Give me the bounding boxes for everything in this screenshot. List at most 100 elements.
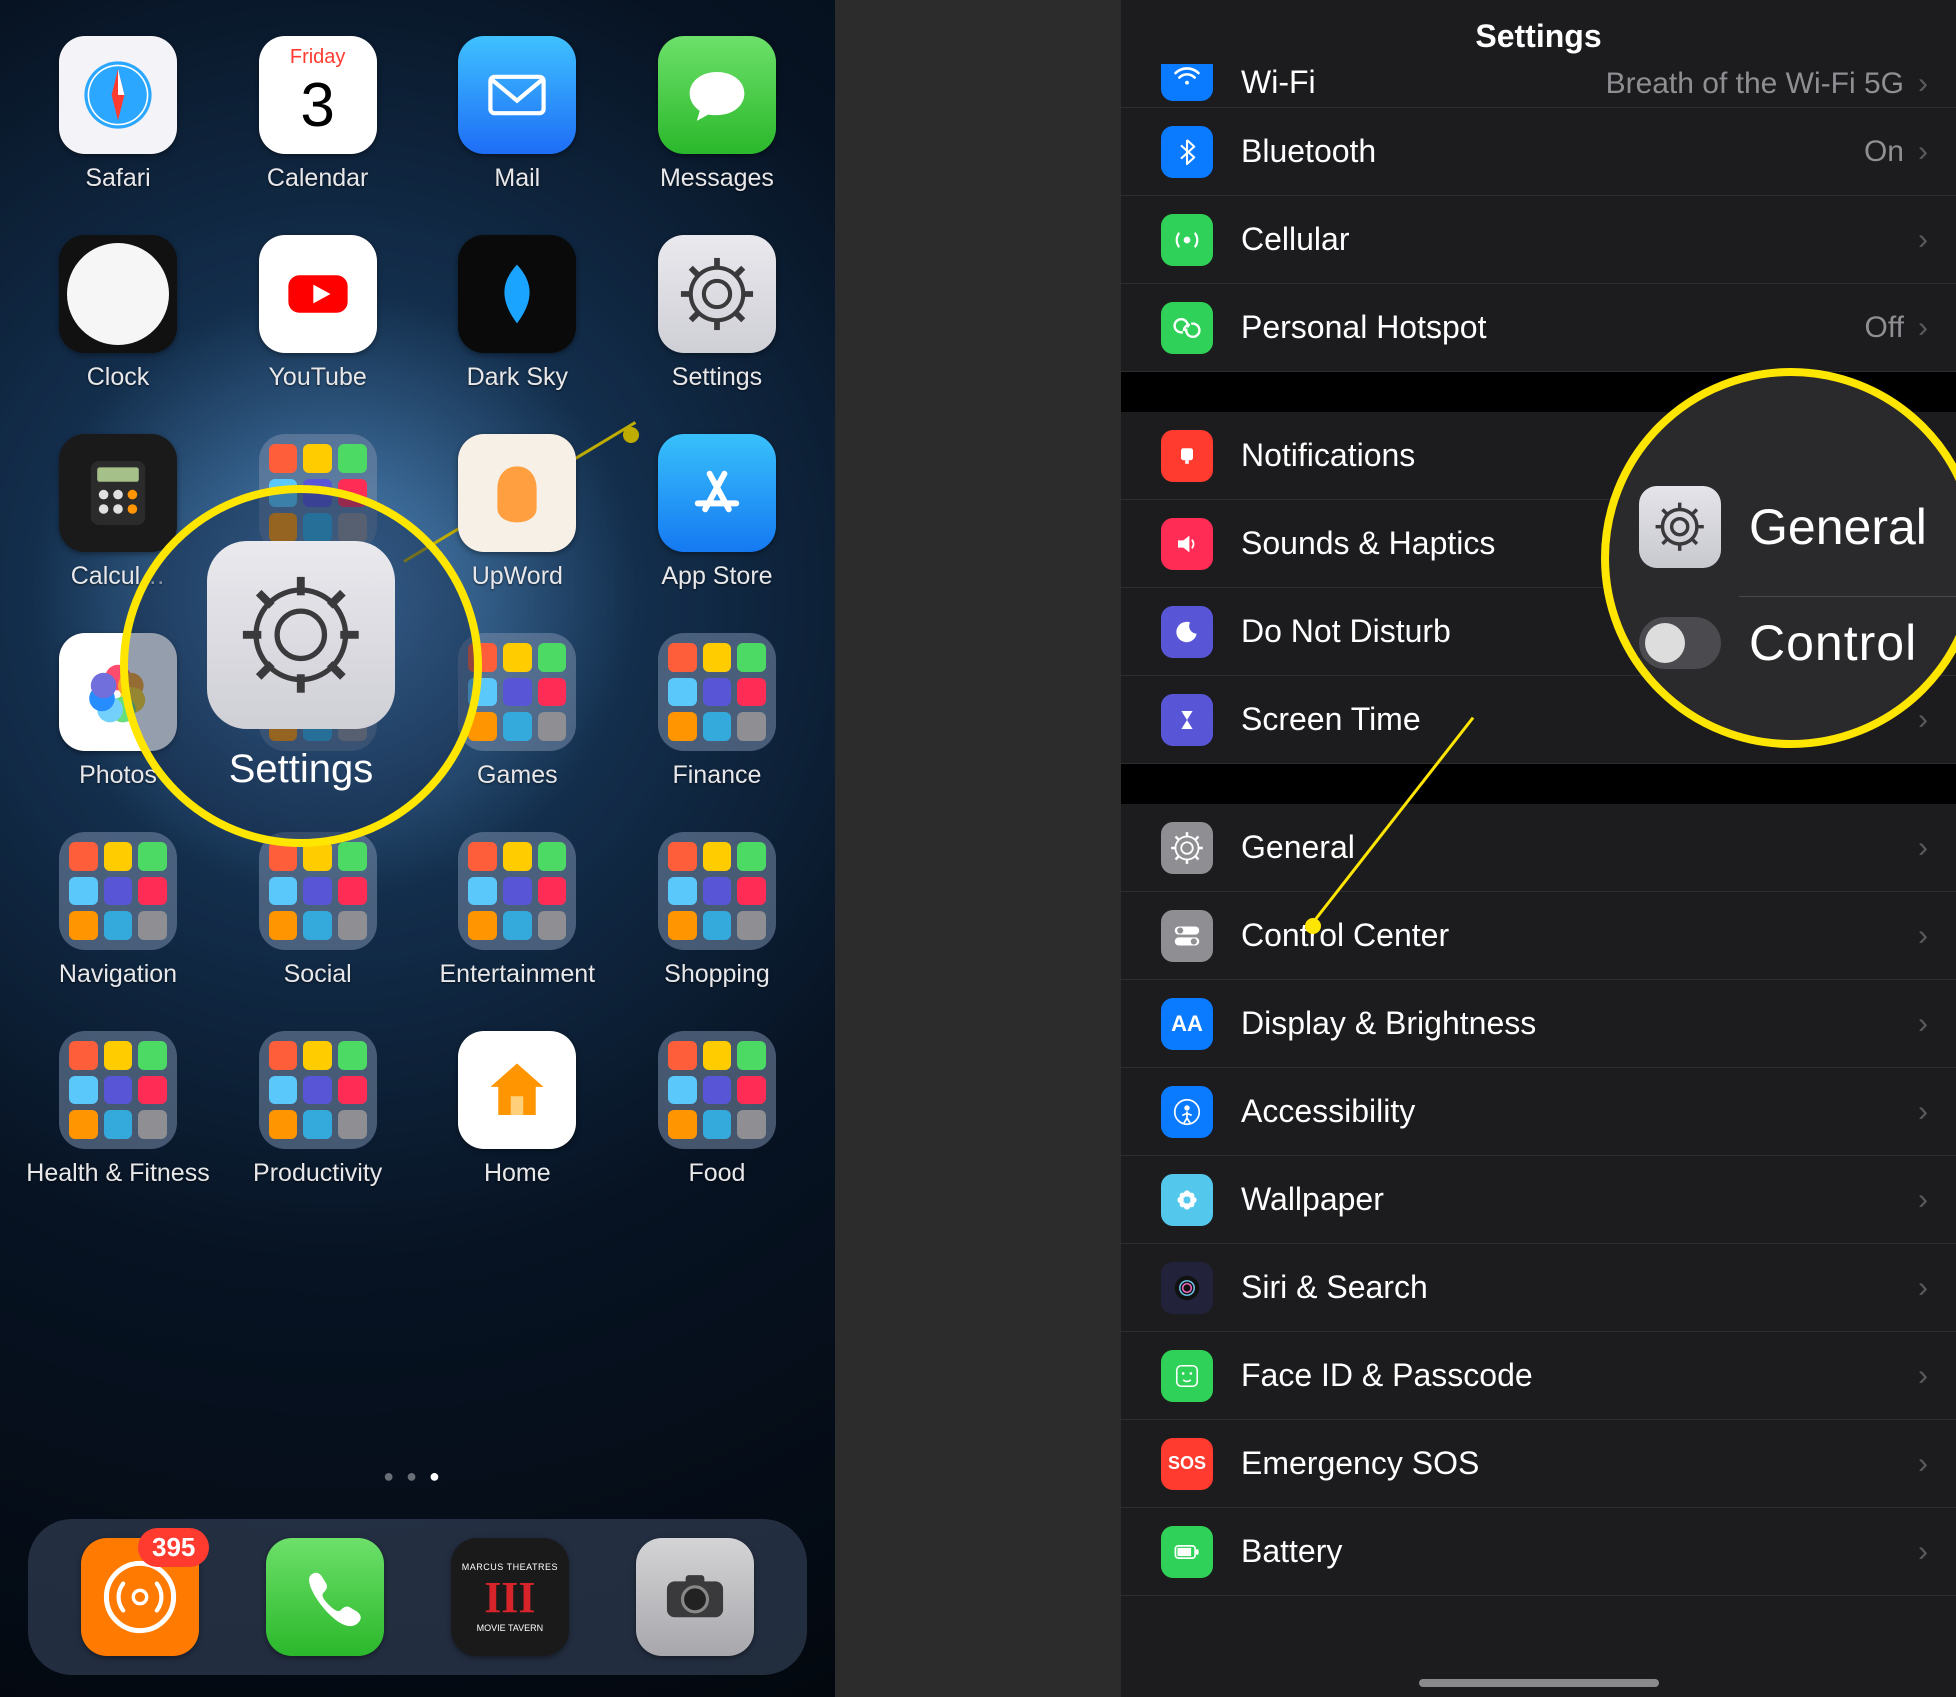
chevron-icon: ›: [1918, 1447, 1928, 1481]
app-finance[interactable]: Finance: [637, 633, 797, 790]
dock-app-phone[interactable]: [266, 1538, 384, 1656]
cell-label: Face ID & Passcode: [1241, 1357, 1918, 1394]
shopping-icon[interactable]: [658, 832, 776, 950]
callout-control-label: Control: [1749, 614, 1917, 672]
app-label: Messages: [660, 164, 774, 193]
dock-app-overcast[interactable]: 395: [81, 1538, 199, 1656]
settings-row-wifi[interactable]: Wi-FiBreath of the Wi-Fi 5G›: [1121, 64, 1956, 108]
clock-icon[interactable]: [59, 235, 177, 353]
home-indicator[interactable]: [1419, 1679, 1659, 1687]
settings-row-bluetooth[interactable]: BluetoothOn›: [1121, 108, 1956, 196]
camera-icon[interactable]: [636, 1538, 754, 1656]
youtube-icon[interactable]: [259, 235, 377, 353]
settings-row-faceid[interactable]: Face ID & Passcode›: [1121, 1332, 1956, 1420]
sounds-icon: [1161, 518, 1213, 570]
app-label: Entertainment: [439, 960, 595, 989]
faceid-icon: [1161, 1350, 1213, 1402]
messages-icon[interactable]: [658, 36, 776, 154]
settings-row-wallpaper[interactable]: Wallpaper›: [1121, 1156, 1956, 1244]
switches-icon: [1639, 617, 1721, 669]
social-icon[interactable]: [259, 832, 377, 950]
chevron-icon: ›: [1918, 831, 1928, 865]
callout-general-label: General: [1749, 498, 1927, 556]
dock-app-movietavern[interactable]: MARCUS THEATRESIIIMOVIE TAVERN: [451, 1538, 569, 1656]
cell-label: Cellular: [1241, 221, 1918, 258]
app-settings[interactable]: Settings: [637, 235, 797, 392]
settings-row-controlcenter[interactable]: Control Center›: [1121, 892, 1956, 980]
gear-icon: [1639, 486, 1721, 568]
app-social[interactable]: Social: [238, 832, 398, 989]
cell-label: Wi-Fi: [1241, 64, 1606, 101]
app-label: App Store: [661, 562, 772, 591]
battery-icon: [1161, 1526, 1213, 1578]
app-clock[interactable]: Clock: [38, 235, 198, 392]
calculator-icon[interactable]: [59, 434, 177, 552]
entertainment-icon[interactable]: [458, 832, 576, 950]
chevron-icon: ›: [1918, 1535, 1928, 1569]
app-label: Games: [477, 761, 558, 790]
finance-icon[interactable]: [658, 633, 776, 751]
health-icon[interactable]: [59, 1031, 177, 1149]
app-food[interactable]: Food: [637, 1031, 797, 1188]
safari-icon[interactable]: [59, 36, 177, 154]
app-safari[interactable]: Safari: [38, 36, 198, 193]
app-darksky[interactable]: Dark Sky: [437, 235, 597, 392]
app-mail[interactable]: Mail: [437, 36, 597, 193]
upword-icon[interactable]: [458, 434, 576, 552]
movietavern-icon[interactable]: MARCUS THEATRESIIIMOVIE TAVERN: [451, 1538, 569, 1656]
cell-detail: Off: [1865, 311, 1904, 345]
dock-app-camera[interactable]: [636, 1538, 754, 1656]
home-icon[interactable]: [458, 1031, 576, 1149]
cell-label: Accessibility: [1241, 1093, 1918, 1130]
app-health[interactable]: Health & Fitness: [38, 1031, 198, 1188]
hotspot-icon: [1161, 302, 1213, 354]
settings-icon[interactable]: [658, 235, 776, 353]
food-icon[interactable]: [658, 1031, 776, 1149]
app-upword[interactable]: UpWord: [437, 434, 597, 591]
phone-icon[interactable]: [266, 1538, 384, 1656]
app-shopping[interactable]: Shopping: [637, 832, 797, 989]
chevron-icon: ›: [1918, 223, 1928, 257]
app-youtube[interactable]: YouTube: [238, 235, 398, 392]
app-entertainment[interactable]: Entertainment: [437, 832, 597, 989]
app-label: Home: [484, 1159, 551, 1188]
settings-row-accessibility[interactable]: Accessibility›: [1121, 1068, 1956, 1156]
app-navigation[interactable]: Navigation: [38, 832, 198, 989]
settings-row-cellular[interactable]: Cellular›: [1121, 196, 1956, 284]
app-label: Social: [284, 960, 352, 989]
app-label: Shopping: [664, 960, 770, 989]
settings-row-sos[interactable]: SOSEmergency SOS›: [1121, 1420, 1956, 1508]
bluetooth-icon: [1161, 126, 1213, 178]
settings-row-general[interactable]: General›: [1121, 804, 1956, 892]
settings-icon: [207, 541, 395, 729]
app-label: Health & Fitness: [26, 1159, 209, 1188]
settings-row-siri[interactable]: Siri & Search›: [1121, 1244, 1956, 1332]
productivity-icon[interactable]: [259, 1031, 377, 1149]
wifi-icon: [1161, 64, 1213, 101]
app-messages[interactable]: Messages: [637, 36, 797, 193]
settings-row-display[interactable]: AADisplay & Brightness›: [1121, 980, 1956, 1068]
mail-icon[interactable]: [458, 36, 576, 154]
app-label: Food: [688, 1159, 745, 1188]
calendar-icon[interactable]: Friday3: [259, 36, 377, 154]
cell-label: Bluetooth: [1241, 133, 1864, 170]
cell-label: Siri & Search: [1241, 1269, 1918, 1306]
appstore-icon[interactable]: [658, 434, 776, 552]
app-calendar[interactable]: Friday3Calendar: [238, 36, 398, 193]
app-appstore[interactable]: App Store: [637, 434, 797, 591]
navigation-icon[interactable]: [59, 832, 177, 950]
app-label: YouTube: [269, 363, 367, 392]
callout-label: Settings: [229, 747, 374, 792]
chevron-icon: ›: [1918, 1007, 1928, 1041]
darksky-icon[interactable]: [458, 235, 576, 353]
chevron-icon: ›: [1918, 919, 1928, 953]
dnd-icon: [1161, 606, 1213, 658]
app-productivity[interactable]: Productivity: [238, 1031, 398, 1188]
app-home[interactable]: Home: [437, 1031, 597, 1188]
notifications-icon: [1161, 430, 1213, 482]
app-label: Photos: [79, 761, 157, 790]
settings-row-hotspot[interactable]: Personal HotspotOff›: [1121, 284, 1956, 372]
settings-row-battery[interactable]: Battery›: [1121, 1508, 1956, 1596]
chevron-icon: ›: [1918, 1095, 1928, 1129]
app-label: Finance: [672, 761, 761, 790]
